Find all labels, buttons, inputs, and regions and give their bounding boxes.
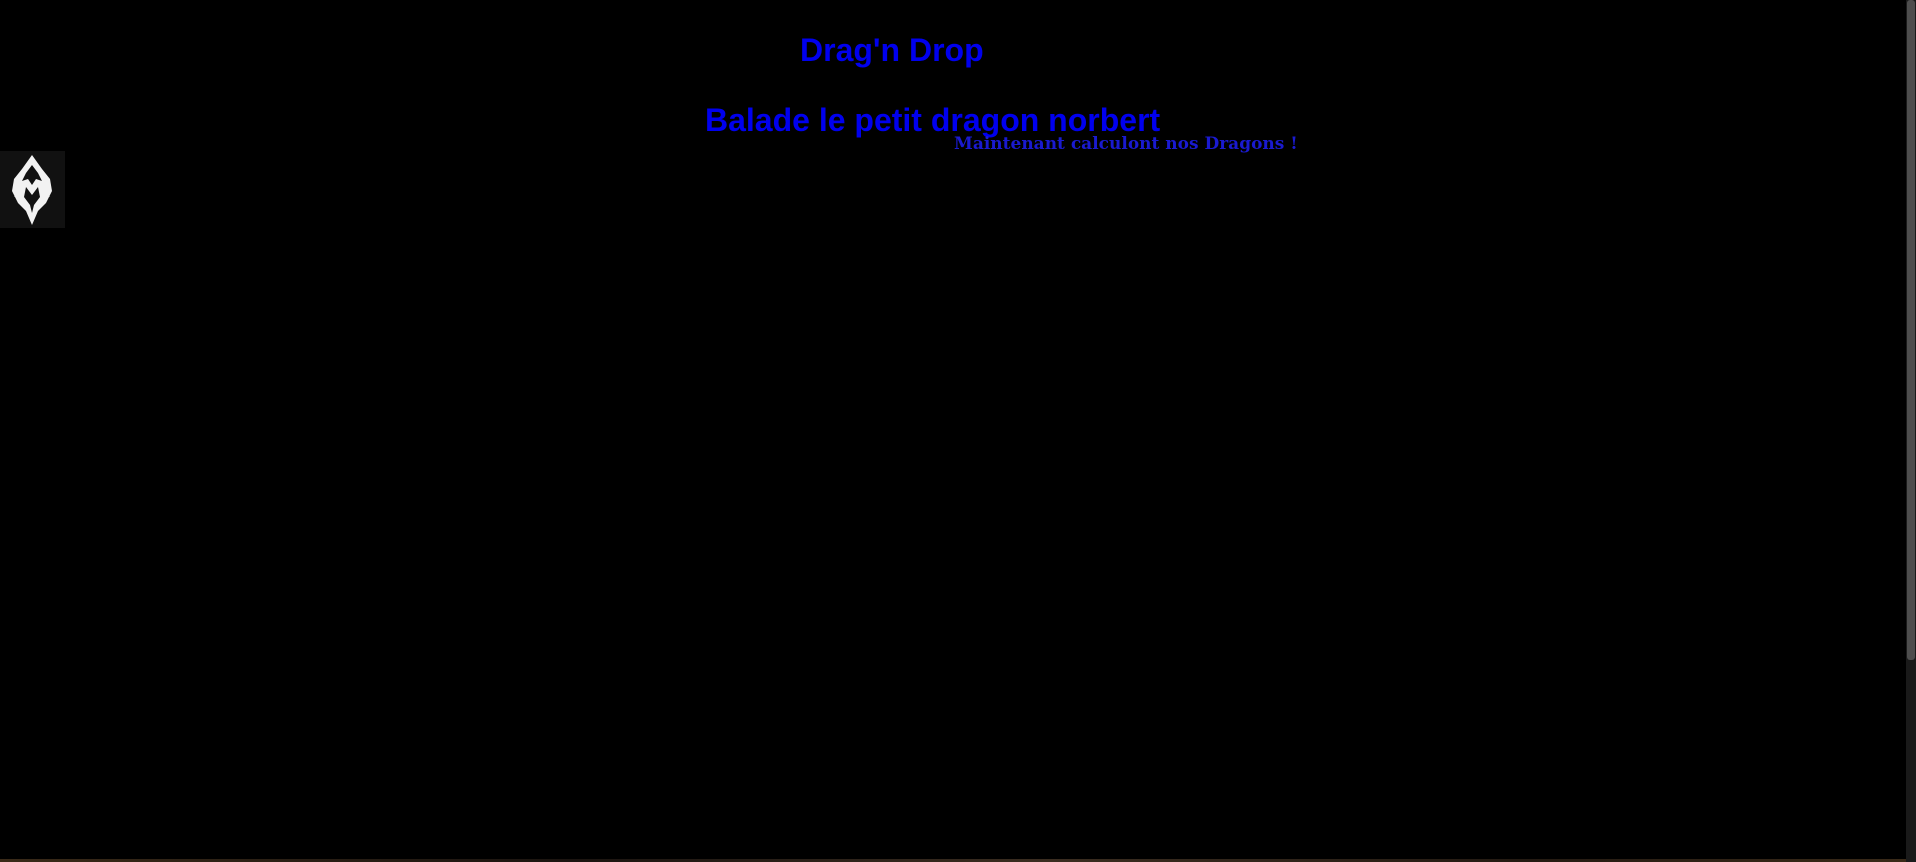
draggable-dragon[interactable] [0,151,65,228]
scrollbar-thumb[interactable] [1907,0,1915,660]
page-title: Drag'n Drop [800,32,984,68]
dragon-emblem-icon [12,155,52,225]
vertical-scrollbar[interactable] [1906,0,1916,862]
calc-heading: Maintenant calculont nos Dragons ! [954,134,1298,154]
page: Drag'n Drop Balade le petit dragon norbe… [0,0,1916,862]
